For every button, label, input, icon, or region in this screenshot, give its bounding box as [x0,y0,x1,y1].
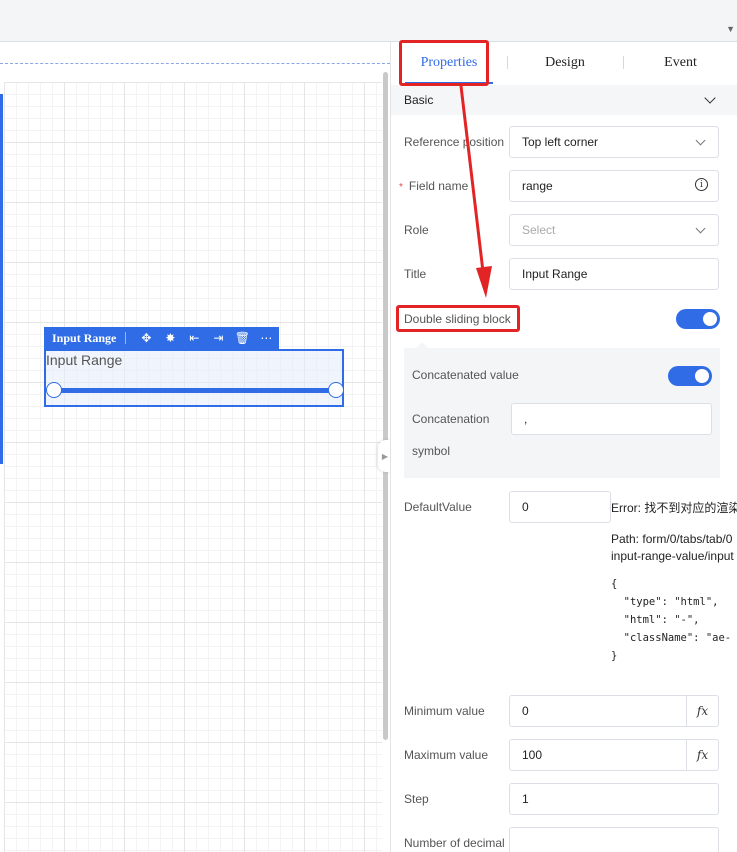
concatenated-value-toggle[interactable] [668,366,712,386]
input-value: 0 [522,500,529,514]
field-label: Step [404,792,429,806]
canvas-left-accent [0,94,3,464]
error-path: Path: form/0/tabs/tab/0 [611,532,733,546]
design-canvas[interactable]: Input Range ✥ ✸ ⇤ ⇥ 🗑 ⋯ Input Range [0,42,390,852]
section-title: Basic [404,93,434,107]
error-path-cont: input-range-value/input [611,549,734,563]
field-label-wrap: * Field name [399,179,509,193]
reference-position-select[interactable]: Top left corner [509,126,719,158]
range-handle-left[interactable] [46,382,62,398]
error-code: { "type": "html", "html": "-", "classNam… [611,578,732,662]
widget-label: Input Range [46,352,123,368]
field-label: Double sliding block [404,312,511,326]
minimum-value-input[interactable]: 0 fx [509,695,719,727]
properties-panel: Properties Design Event Basic Reference … [390,42,737,852]
range-handle-right[interactable] [328,382,344,398]
row-reference-position: Reference position Top left corner [404,126,724,158]
input-value: 0 [522,704,529,718]
render-error-message: Error: 找不到对应的渲染 Path: form/0/tabs/tab/0 … [611,500,737,665]
field-label: Title [404,267,427,281]
tab-divider [623,56,624,69]
row-decimal: Number of decimal [404,827,724,852]
chevron-down-icon[interactable] [704,92,716,104]
field-label: Role [404,223,429,237]
canvas-scrollbar[interactable] [383,72,388,740]
concatenation-options-box: Concatenated value Concatenation symbol … [404,342,720,478]
section-basic-header[interactable]: Basic [391,85,737,115]
chevron-down-icon [695,135,706,146]
range-track[interactable] [54,388,335,393]
top-bar: ▼ [0,0,737,42]
field-label: Minimum value [404,704,485,718]
row-step: Step 1 [404,783,724,815]
toolbar-divider [125,332,127,344]
input-value: range [522,179,553,193]
default-value-label: DefaultValue [404,500,472,514]
select-value: Top left corner [522,135,599,149]
input-range-widget[interactable]: Input Range [44,349,344,407]
tab-properties[interactable]: Properties [391,42,507,84]
align-right-icon[interactable]: ⇥ [206,331,230,345]
delete-icon[interactable]: 🗑 [230,331,254,345]
concatenated-value-label: Concatenated value [412,368,519,382]
field-label: Reference position [404,135,505,149]
field-label: Maximum value [404,748,489,762]
row-minimum-value: Minimum value 0 fx [404,695,724,727]
required-mark: * [399,182,403,193]
select-placeholder: Select [522,223,556,237]
row-title: Title Input Range [404,258,724,290]
concatenation-symbol-input[interactable]: , [511,403,712,435]
field-label: Number of decimal [404,836,505,850]
chevron-down-icon [695,223,706,234]
widget-toolbar: Input Range ✥ ✸ ⇤ ⇥ 🗑 ⋯ [44,327,279,349]
input-value: 100 [522,748,543,762]
input-value: 1 [522,792,529,806]
fx-icon[interactable]: fx [686,740,718,770]
panel-tabs: Properties Design Event [391,42,737,84]
decimal-input[interactable] [509,827,719,852]
error-line: Error: 找不到对应的渲染 [611,501,737,515]
canvas-grid[interactable] [4,82,382,852]
tab-design[interactable]: Design [507,42,623,84]
info-icon[interactable]: i [695,178,708,191]
widget-toolbar-title: Input Range [52,330,117,345]
field-label: Field name [408,179,469,193]
role-select[interactable]: Select [509,214,719,246]
tab-event[interactable]: Event [623,42,737,84]
tab-divider [507,56,508,69]
caret-down-icon[interactable]: ▼ [726,24,735,34]
title-input[interactable]: Input Range [509,258,719,290]
concatenation-symbol-label-1: Concatenation [412,412,490,426]
input-value: , [524,412,528,426]
maximum-value-input[interactable]: 100 fx [509,739,719,771]
bug-icon[interactable]: ✸ [158,331,182,345]
row-field-name: * Field name range i [399,170,724,202]
fx-icon[interactable]: fx [686,696,718,726]
double-sliding-block-toggle[interactable] [676,309,720,329]
field-name-input[interactable]: range i [509,170,719,202]
default-value-input[interactable]: 0 [509,491,611,523]
concatenation-symbol-label-2: symbol [412,444,451,458]
more-icon[interactable]: ⋯ [254,331,278,345]
canvas-header [0,42,390,64]
align-left-icon[interactable]: ⇤ [182,331,206,345]
row-role: Role Select [404,214,724,246]
move-icon[interactable]: ✥ [134,331,158,345]
row-maximum-value: Maximum value 100 fx [404,739,724,771]
input-value: Input Range [522,267,588,281]
step-input[interactable]: 1 [509,783,719,815]
